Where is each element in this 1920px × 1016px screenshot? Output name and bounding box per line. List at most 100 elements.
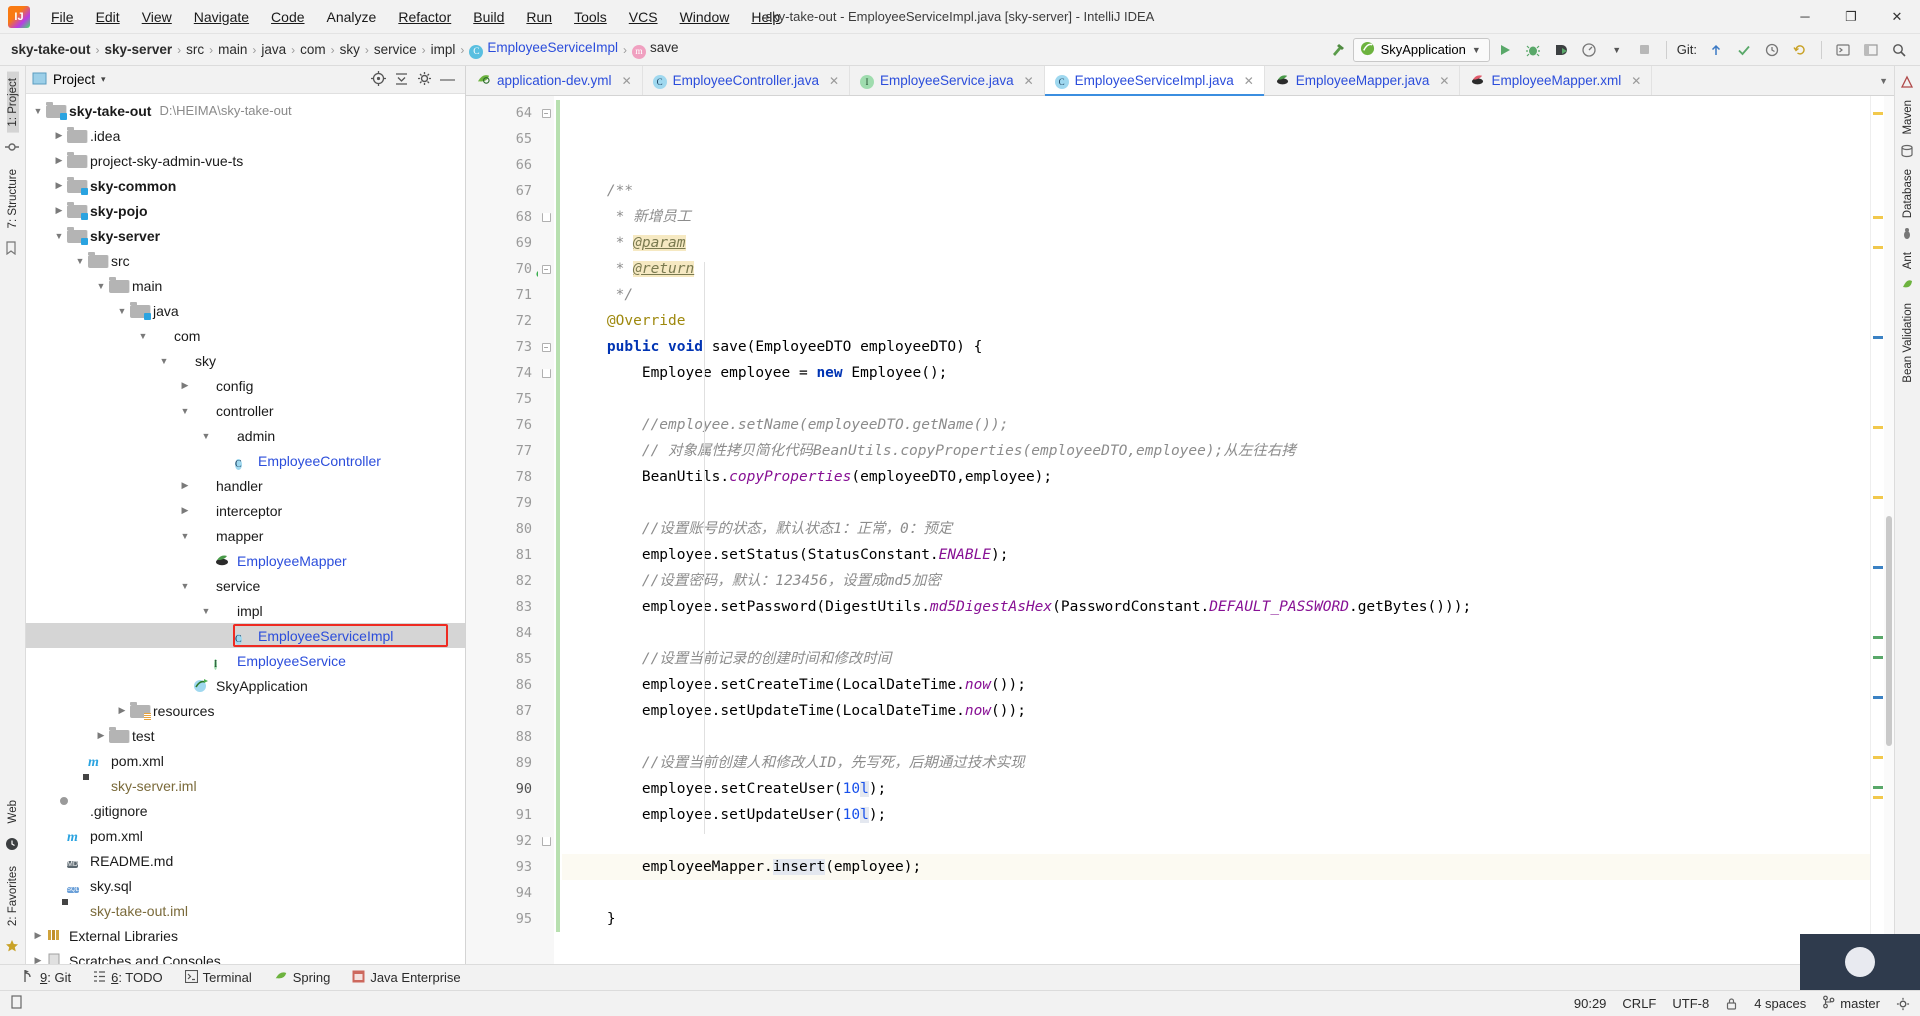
close-icon[interactable]: ✕ [1244, 74, 1254, 88]
maven-icon[interactable] [1900, 75, 1916, 91]
sidebar-item-structure[interactable]: 7: Structure [7, 163, 19, 234]
tool-window-java-enterprise[interactable]: Java Enterprise [352, 970, 461, 986]
code-line[interactable]: /** [562, 178, 1870, 204]
tree-row[interactable]: ▶ Scratches and Consoles [26, 948, 465, 964]
tree-row[interactable]: ▶ External Libraries [26, 923, 465, 948]
menu-build[interactable]: Build [462, 5, 515, 29]
chevron-right-icon[interactable]: ▶ [51, 130, 67, 141]
sidebar-item-bean-validation[interactable]: Bean Validation [1902, 297, 1914, 389]
fold-marker[interactable]: − [538, 334, 554, 360]
tool-window-spring[interactable]: Spring [274, 970, 330, 986]
error-stripe-mark[interactable] [1873, 246, 1883, 249]
run-configuration-selector[interactable]: SkyApplication ▼ [1352, 37, 1490, 62]
chevron-right-icon[interactable]: ▶ [30, 955, 46, 964]
git-commit-button[interactable] [1731, 38, 1757, 62]
code-line[interactable] [562, 932, 1870, 958]
line-number[interactable]: 90 [466, 776, 538, 802]
code-line[interactable]: } [562, 958, 1870, 964]
editor-tab[interactable]: I EmployeeService.java ✕ [850, 66, 1045, 95]
tree-row[interactable]: ▶ sky-pojo [26, 198, 465, 223]
error-stripe-mark[interactable] [1873, 796, 1883, 799]
tree-row[interactable]: ▼ com [26, 323, 465, 348]
tree-row[interactable]: ▼ main [26, 273, 465, 298]
minimize-button[interactable]: ─ [1782, 0, 1828, 34]
tree-row[interactable]: MD README.md [26, 848, 465, 873]
tree-row[interactable]: EmployeeMapper [26, 548, 465, 573]
tree-row[interactable]: m pom.xml [26, 823, 465, 848]
sidebar-item-favorites[interactable]: 2: Favorites [7, 860, 19, 932]
tool-window-bar[interactable]: 9: Git 6: TODO Terminal Spring Java Enterpri… [0, 964, 1920, 990]
tree-row[interactable]: SQL sky.sql [26, 873, 465, 898]
error-stripe-mark[interactable] [1873, 336, 1883, 339]
chevron-right-icon[interactable]: ▶ [51, 180, 67, 191]
breadcrumb-service[interactable]: service [371, 42, 420, 57]
menu-navigate[interactable]: Navigate [183, 5, 260, 29]
tree-row-selected[interactable]: C EmployeeServiceImpl [26, 623, 465, 648]
code-line[interactable] [562, 620, 1870, 646]
chevron-down-icon[interactable]: ▼ [93, 281, 109, 291]
bean-validation-icon[interactable] [1900, 278, 1916, 294]
code-line[interactable]: employee.setCreateTime(LocalDateTime.now… [562, 672, 1870, 698]
line-number[interactable]: 81 [466, 542, 538, 568]
tree-row[interactable]: ▶ resources [26, 698, 465, 723]
editor-tab[interactable]: EmployeeMapper.java ✕ [1265, 66, 1461, 95]
breadcrumb-sky-take-out[interactable]: sky-take-out [8, 42, 94, 57]
line-number[interactable]: 72 [466, 308, 538, 334]
code-line[interactable]: } [562, 906, 1870, 932]
chevron-down-icon[interactable]: ▼ [135, 331, 151, 341]
tree-row[interactable]: ▼ mapper [26, 523, 465, 548]
code-line[interactable]: * 新增员工 [562, 204, 1870, 230]
line-number[interactable]: 70 [466, 256, 550, 282]
star-icon[interactable] [5, 939, 21, 955]
sidebar-item-ant[interactable]: Ant [1902, 246, 1914, 275]
tree-row[interactable]: ▼ src [26, 248, 465, 273]
lock-icon[interactable] [1725, 997, 1738, 1011]
code-line[interactable] [562, 386, 1870, 412]
tree-row[interactable]: ▼ java [26, 298, 465, 323]
line-number[interactable]: 93 [466, 854, 538, 880]
code-line[interactable]: employee.setCreateUser(10l); [562, 776, 1870, 802]
git-history-button[interactable] [1759, 38, 1785, 62]
breadcrumb-java[interactable]: java [258, 42, 289, 57]
menu-analyze[interactable]: Analyze [316, 5, 388, 29]
editor-scrollbar[interactable] [1884, 96, 1894, 964]
target-icon[interactable] [371, 70, 386, 89]
hide-icon[interactable]: — [440, 72, 455, 87]
git-rollback-button[interactable] [1787, 38, 1813, 62]
tree-row[interactable]: ▼ service [26, 573, 465, 598]
code-line[interactable] [562, 828, 1870, 854]
code-line[interactable]: * @param [562, 230, 1870, 256]
error-stripe-mark[interactable] [1873, 566, 1883, 569]
close-icon[interactable]: ✕ [622, 74, 632, 88]
run-with-coverage-button[interactable] [1548, 38, 1574, 62]
code-line[interactable]: employee.setPassword(DigestUtils.md5Dige… [562, 594, 1870, 620]
line-number[interactable]: 80 [466, 516, 538, 542]
sidebar-item-database[interactable]: Database [1902, 163, 1914, 224]
code-line[interactable] [562, 880, 1870, 906]
line-number[interactable]: 91 [466, 802, 538, 828]
tree-row[interactable]: ▶ project-sky-admin-vue-ts [26, 148, 465, 173]
code-line[interactable]: * @return [562, 256, 1870, 282]
line-number[interactable]: 94 [466, 880, 538, 906]
line-number[interactable]: 79 [466, 490, 538, 516]
line-number[interactable]: 65 [466, 126, 538, 152]
line-number[interactable]: 78 [466, 464, 538, 490]
menu-window[interactable]: Window [669, 5, 741, 29]
chevron-down-icon[interactable]: ▼ [51, 231, 67, 241]
tool-window-terminal[interactable]: Terminal [184, 969, 252, 986]
tree-row[interactable]: ▼ controller [26, 398, 465, 423]
breadcrumb-method[interactable]: m save [629, 40, 682, 59]
fold-marker[interactable] [538, 204, 554, 230]
profile-button[interactable] [1576, 38, 1602, 62]
code-line[interactable]: employeeMapper.insert(employee); [562, 854, 1870, 880]
error-stripe-mark[interactable] [1873, 636, 1883, 639]
line-number-gutter[interactable]: 64 65 66 67 68 69 70 71 72 73 74 75 76 77 78 79 80 81 82 83… [466, 96, 550, 964]
menu-code[interactable]: Code [260, 5, 315, 29]
breadcrumb-sky-server[interactable]: sky-server [102, 42, 176, 57]
code-line[interactable]: BeanUtils.copyProperties(employeeDTO,emp… [562, 464, 1870, 490]
ant-icon[interactable] [1900, 227, 1916, 243]
line-number[interactable]: 87 [466, 698, 538, 724]
breadcrumb-class[interactable]: C EmployeeServiceImpl [466, 40, 621, 59]
code-line[interactable]: // 对象属性拷贝简化代码BeanUtils.copyProperties(em… [562, 438, 1870, 464]
sidebar-item-project[interactable]: 1: Project [6, 72, 19, 133]
